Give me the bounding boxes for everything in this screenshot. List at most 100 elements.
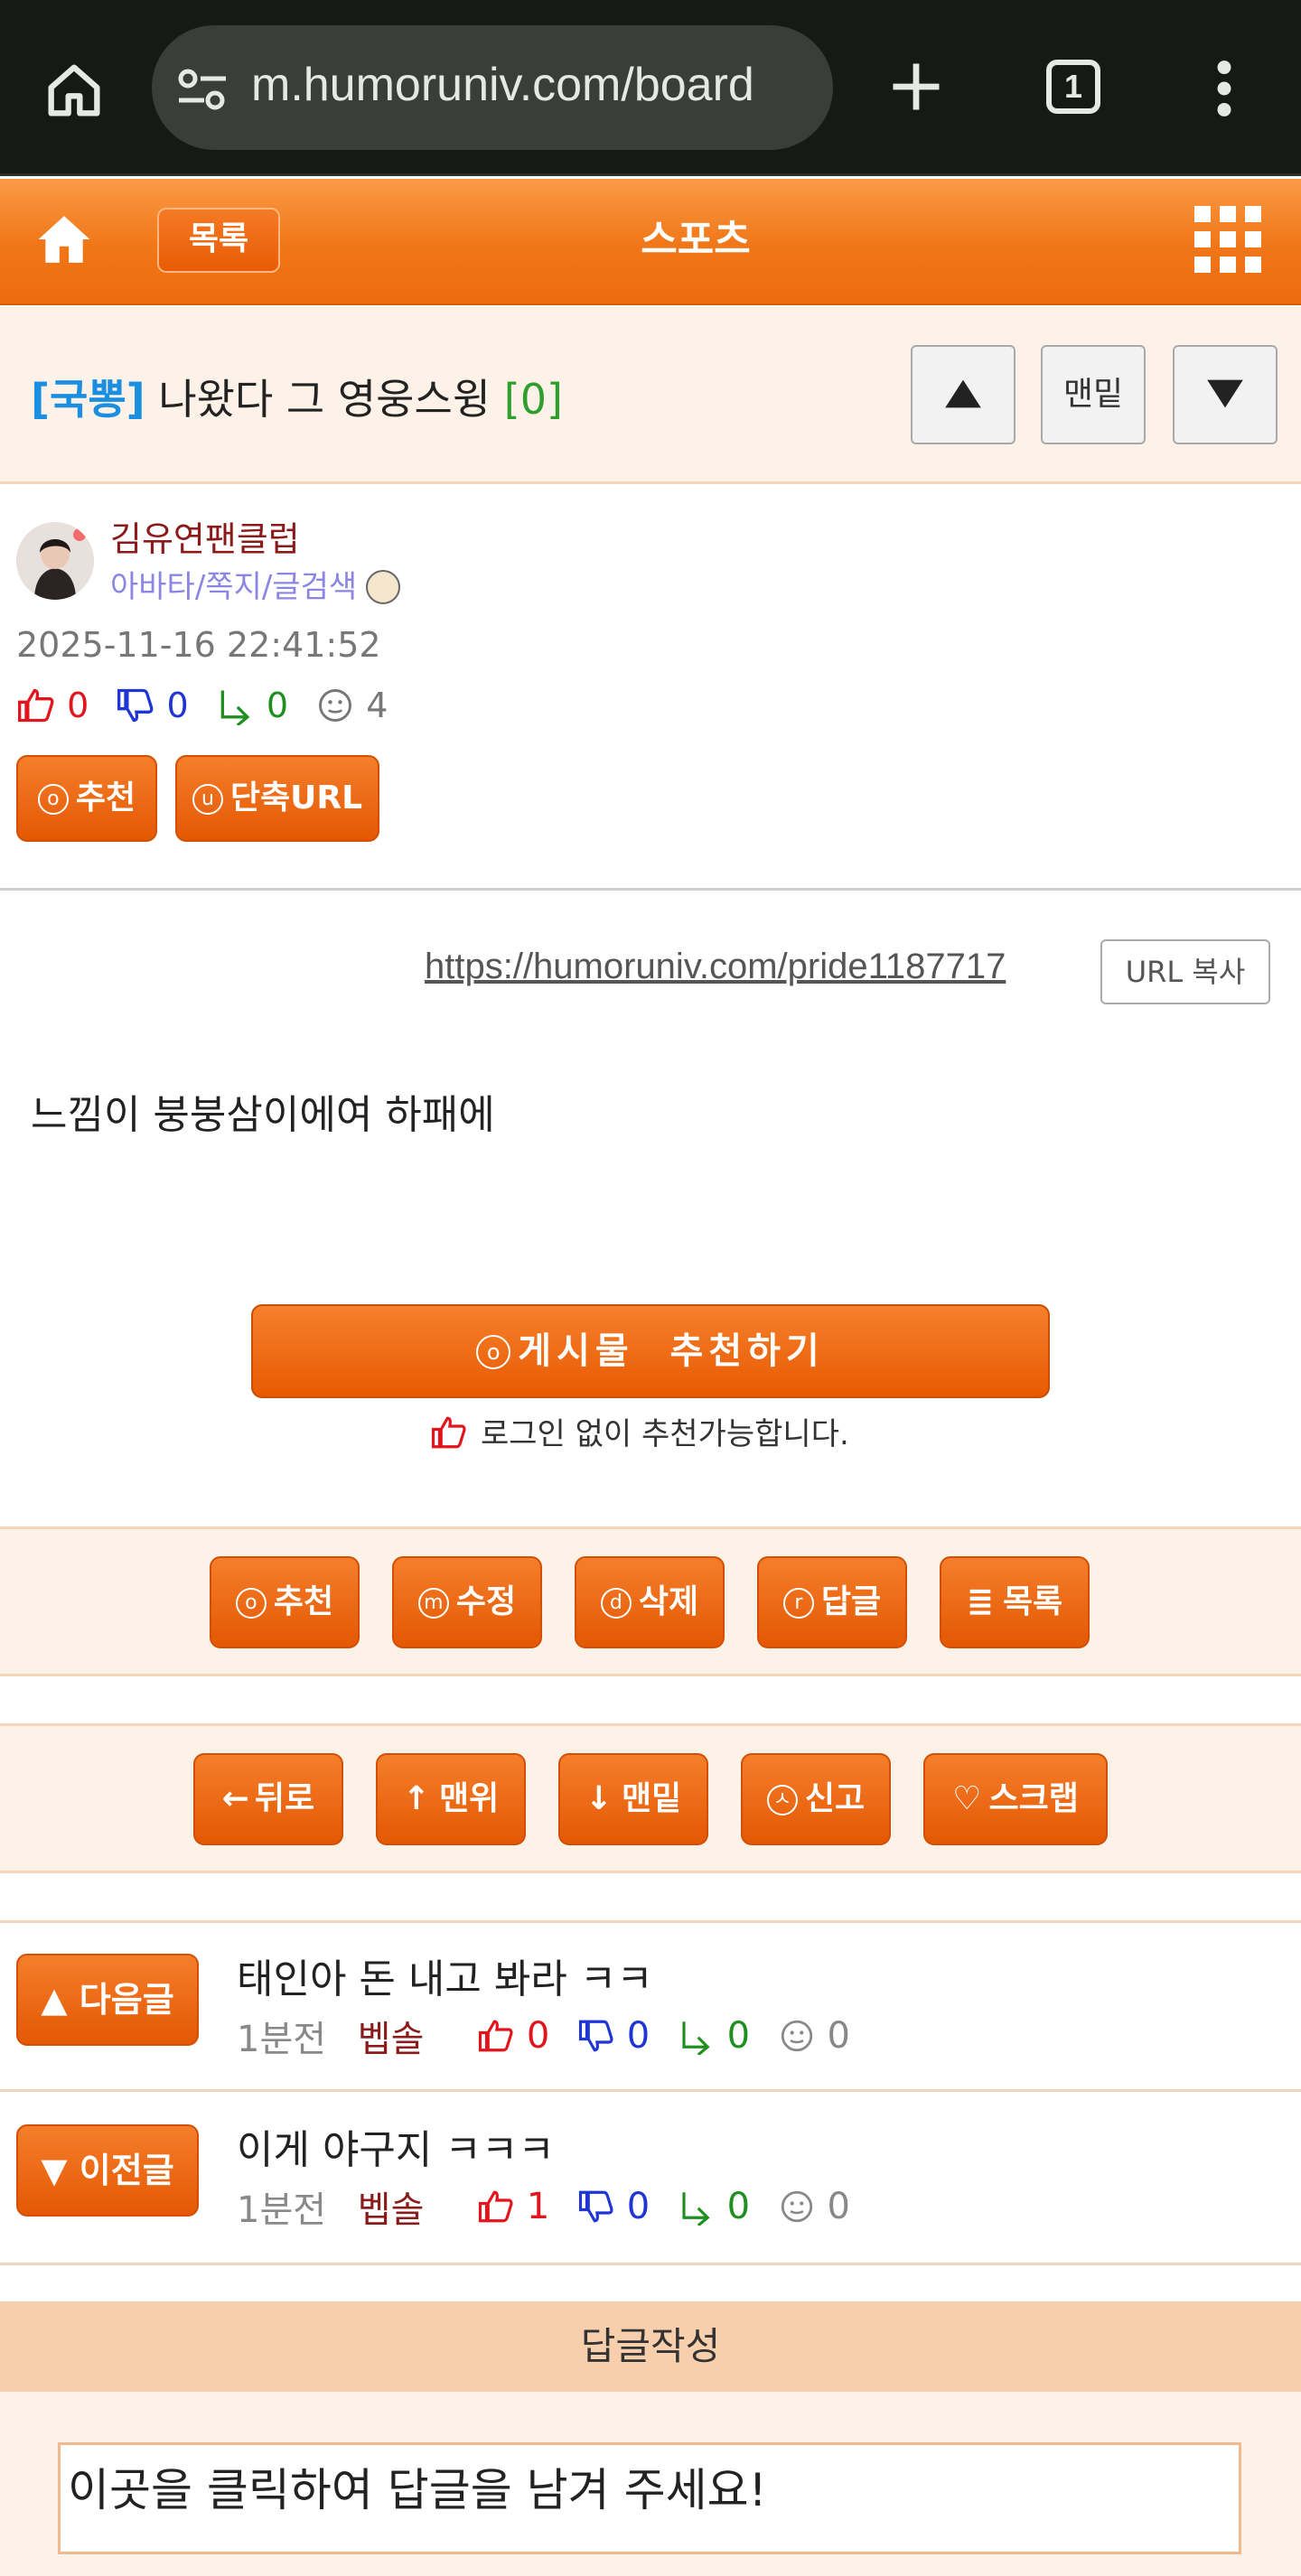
short-url-label: 단축URL xyxy=(229,779,363,817)
site-header: 목록 스포츠 xyxy=(0,179,1301,305)
post-author[interactable]: 벱솔 xyxy=(358,2180,425,2233)
next-post-button[interactable]: ▲ 다음글 xyxy=(16,1954,199,2046)
back-button[interactable]: ← 뒤로 xyxy=(193,1753,343,1845)
reply-button[interactable]: r 답글 xyxy=(757,1556,907,1648)
stat-views: 0 xyxy=(827,2015,850,2057)
menu-grid-icon[interactable] xyxy=(1194,206,1261,273)
arrow-down-icon: ↓ xyxy=(585,1780,613,1817)
author-info: 김유연팬클럽 아바타/쪽지/글검색 2025-11-16 22:41:52 0 … xyxy=(0,488,1301,891)
key-icon: r xyxy=(782,1588,814,1619)
stat-reply: 0 xyxy=(726,2186,751,2227)
post-time: 1분전 xyxy=(237,2019,327,2060)
report-icon: ㅅ xyxy=(766,1785,798,1815)
prev-post-title[interactable]: 이게 야구지 ㅋㅋㅋ xyxy=(237,2117,555,2175)
board-title: 스포츠 xyxy=(641,217,751,263)
post-title-row: [국뽕] 나왔다 그 영웅스윙 [0] 맨밑 xyxy=(0,307,1301,484)
stat-up: 1 xyxy=(526,2186,550,2227)
stat-up: 0 xyxy=(526,2015,550,2057)
action-label: 신고 xyxy=(804,1780,866,1817)
stat-reply: 0 xyxy=(726,2015,751,2057)
scroll-bottom-button[interactable]: 맨밑 xyxy=(1041,345,1146,444)
new-tab-icon[interactable] xyxy=(885,56,947,117)
navigation-actions: ← 뒤로 ↑ 맨위 ↓ 맨밑 ㅅ 신고 ♡ 스크랩 xyxy=(0,1723,1301,1873)
action-label: 맨밑 xyxy=(621,1780,682,1817)
stat-views: 0 xyxy=(827,2186,850,2227)
author-name[interactable]: 김유연팬클럽 xyxy=(110,511,300,561)
thumbs-up-icon xyxy=(479,2190,513,2223)
key-icon: m xyxy=(417,1588,449,1619)
reply-arrow-icon xyxy=(682,2192,710,2227)
views-smiley-icon xyxy=(781,2020,812,2052)
prev-post-button[interactable]: ▼ 이전글 xyxy=(16,2124,199,2217)
views-smiley-icon xyxy=(781,2190,812,2223)
reply-form: 이곳을 클릭하여 답글을 남겨 주세요! xyxy=(0,2392,1301,2576)
post-date: 2025-11-16 22:41:52 xyxy=(16,625,381,665)
url-copy-button[interactable]: URL 복사 xyxy=(1100,939,1270,1004)
action-label: 뒤로 xyxy=(254,1780,315,1817)
post-url-link[interactable]: https://humoruniv.com/pride1187717 xyxy=(425,947,1006,987)
short-url-button[interactable]: u 단축URL xyxy=(175,755,379,842)
report-button[interactable]: ㅅ 신고 xyxy=(741,1753,891,1845)
action-label: 삭제 xyxy=(638,1583,699,1620)
tab-switcher-button[interactable]: 1 xyxy=(1046,60,1100,114)
post-category[interactable]: [국뽕] xyxy=(31,375,145,424)
thumbs-down-icon xyxy=(578,2190,613,2223)
stat-down: 0 xyxy=(626,2186,650,2227)
author-links[interactable]: 아바타/쪽지/글검색 xyxy=(110,562,401,606)
prev-post-item[interactable]: ▼ 이전글 이게 야구지 ㅋㅋㅋ 1분전 벱솔 1 0 0 0 xyxy=(0,2094,1301,2265)
heart-icon: ♡ xyxy=(952,1780,982,1817)
action-label: 수정 xyxy=(455,1583,517,1620)
avatar[interactable] xyxy=(16,522,94,600)
to-top-button[interactable]: ↑ 맨위 xyxy=(376,1753,526,1845)
to-bottom-button[interactable]: ↓ 맨밑 xyxy=(558,1753,708,1845)
stat-views: 4 xyxy=(366,685,388,725)
arrow-up-icon: ↑ xyxy=(402,1780,430,1817)
more-menu-icon[interactable] xyxy=(1211,60,1238,117)
stat-up: 0 xyxy=(67,685,89,725)
next-post-item[interactable]: ▲ 다음글 태인아 돈 내고 봐라 ㅋㅋ 1분전 벱솔 0 0 0 0 xyxy=(0,1920,1301,2092)
list-action-button[interactable]: ≣ 목록 xyxy=(940,1556,1090,1648)
delete-button[interactable]: d 삭제 xyxy=(575,1556,725,1648)
recommend-label: 추천 xyxy=(75,779,136,817)
recommend-post-button[interactable]: o 게시물 추천하기 xyxy=(251,1304,1050,1398)
url-text[interactable]: m.humoruniv.com/board xyxy=(251,58,833,112)
level-badge-icon xyxy=(366,570,401,604)
post-content: 느낌이 붕붕삼이에여 하패에 xyxy=(31,1092,495,1138)
stat-reply: 0 xyxy=(266,685,289,725)
recommend-action-button[interactable]: o 추천 xyxy=(210,1556,360,1648)
next-post-meta: 1분전 벱솔 0 0 0 0 xyxy=(237,2010,850,2062)
browser-toolbar: m.humoruniv.com/board 1 xyxy=(0,0,1301,176)
reply-arrow-icon xyxy=(220,690,250,726)
action-label: 목록 xyxy=(1002,1583,1063,1620)
next-post-title[interactable]: 태인아 돈 내고 봐라 ㅋㅋ xyxy=(237,1946,653,2004)
views-smiley-icon xyxy=(319,688,352,722)
reply-textarea[interactable]: 이곳을 클릭하여 답글을 남겨 주세요! xyxy=(58,2442,1241,2554)
prev-post-meta: 1분전 벱솔 1 0 0 0 xyxy=(237,2180,850,2233)
post-title-text: 나왔다 그 영웅스윙 xyxy=(158,375,491,424)
address-bar[interactable]: m.humoruniv.com/board xyxy=(152,25,833,150)
recommend-key: o xyxy=(37,784,69,815)
triangle-down-icon xyxy=(1207,379,1243,408)
key-icon: d xyxy=(600,1588,632,1619)
list-button[interactable]: 목록 xyxy=(157,208,280,273)
scrap-button[interactable]: ♡ 스크랩 xyxy=(923,1753,1108,1845)
site-home-icon[interactable] xyxy=(36,211,92,267)
site-settings-icon[interactable] xyxy=(175,67,229,112)
home-icon[interactable] xyxy=(40,56,108,125)
post-actions: o 추천 m 수정 d 삭제 r 답글 ≣ 목록 xyxy=(0,1526,1301,1676)
post-time: 1분전 xyxy=(237,2189,327,2231)
scroll-up-button[interactable] xyxy=(911,345,1016,444)
action-label: 스크랩 xyxy=(988,1780,1079,1817)
thumbs-up-icon xyxy=(479,2020,513,2052)
recommend-button[interactable]: o 추천 xyxy=(16,755,157,842)
edit-button[interactable]: m 수정 xyxy=(392,1556,542,1648)
list-icon: ≣ xyxy=(966,1583,994,1620)
recommend-post-label: 게시물 추천하기 xyxy=(518,1330,825,1372)
stat-down: 0 xyxy=(626,2015,650,2057)
author-links-text[interactable]: 아바타/쪽지/글검색 xyxy=(110,569,357,605)
short-url-key: u xyxy=(192,784,223,815)
scroll-down-button[interactable] xyxy=(1173,345,1278,444)
reply-arrow-icon xyxy=(682,2021,710,2057)
action-label: 답글 xyxy=(820,1583,882,1620)
post-author[interactable]: 벱솔 xyxy=(358,2010,425,2062)
